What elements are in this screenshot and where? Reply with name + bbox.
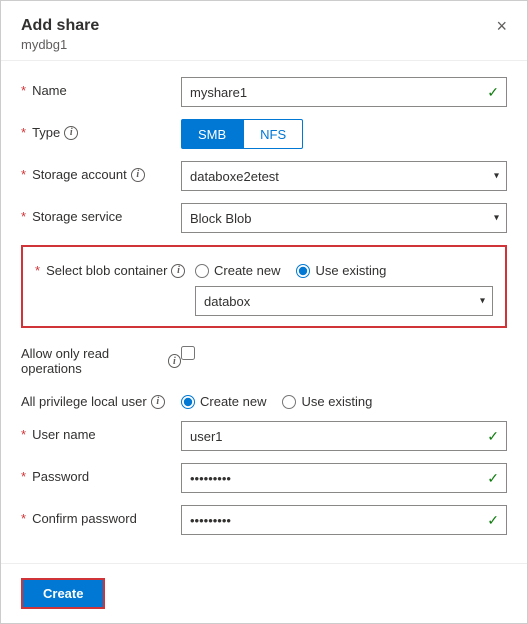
close-button[interactable]: × — [490, 15, 513, 37]
storage-account-select-wrapper: databoxe2etest ▾ — [181, 161, 507, 191]
privilege-control: Create new Use existing — [181, 388, 507, 409]
dialog-title: Add share — [21, 17, 507, 35]
username-check-icon: ✓ — [487, 428, 499, 445]
blob-container-controls: Create new Use existing databox ▾ — [195, 257, 493, 316]
name-input-wrapper: ✓ — [181, 77, 507, 107]
dialog-subtitle: mydbg1 — [21, 37, 507, 52]
blob-container-select[interactable]: databox — [195, 286, 493, 316]
allow-read-row: Allow only read operations i — [21, 340, 507, 376]
type-toggle: SMB NFS — [181, 119, 507, 149]
username-input[interactable] — [181, 421, 507, 451]
type-control: SMB NFS — [181, 119, 507, 149]
confirm-password-label: * Confirm password — [21, 505, 181, 526]
storage-service-label: * Storage service — [21, 203, 181, 224]
type-info-icon: i — [64, 126, 78, 140]
username-control: ✓ — [181, 421, 507, 451]
privilege-label: All privilege local user i — [21, 388, 181, 409]
priv-create-new-radio[interactable] — [181, 395, 195, 409]
password-control: ✓ — [181, 463, 507, 493]
storage-account-info-icon: i — [131, 168, 145, 182]
password-row: * Password ✓ — [21, 463, 507, 493]
required-star: * — [21, 83, 26, 98]
allow-read-info-icon: i — [168, 354, 181, 368]
storage-service-select[interactable]: Block Blob Page Blob Azure File — [181, 203, 507, 233]
confirm-password-input-wrapper: ✓ — [181, 505, 507, 535]
confirm-password-input[interactable] — [181, 505, 507, 535]
priv-use-existing-radio[interactable] — [282, 395, 296, 409]
blob-container-info-icon: i — [171, 264, 185, 278]
confirm-password-row: * Confirm password ✓ — [21, 505, 507, 535]
dialog-body: * Name ✓ * Type i SMB NFS — [1, 61, 527, 563]
blob-container-select-wrapper: databox ▾ — [195, 286, 493, 316]
required-star-cp: * — [21, 511, 26, 526]
type-row: * Type i SMB NFS — [21, 119, 507, 149]
dialog-header: Add share mydbg1 × — [1, 1, 527, 61]
dialog-footer: Create — [1, 563, 527, 623]
username-row: * User name ✓ — [21, 421, 507, 451]
username-input-wrapper: ✓ — [181, 421, 507, 451]
storage-account-row: * Storage account i databoxe2etest ▾ — [21, 161, 507, 191]
allow-read-label: Allow only read operations i — [21, 340, 181, 376]
privilege-info-icon: i — [151, 395, 165, 409]
nfs-button[interactable]: NFS — [243, 119, 303, 149]
blob-use-existing-label[interactable]: Use existing — [296, 263, 386, 278]
required-star-type: * — [21, 125, 26, 140]
password-input[interactable] — [181, 463, 507, 493]
required-star-sa: * — [21, 167, 26, 182]
username-label: * User name — [21, 421, 181, 442]
name-row: * Name ✓ — [21, 77, 507, 107]
privilege-radio-group: Create new Use existing — [181, 388, 507, 409]
name-label: * Name — [21, 77, 181, 98]
create-button[interactable]: Create — [21, 578, 105, 609]
required-star-pw: * — [21, 469, 26, 484]
allow-read-checkbox[interactable] — [181, 346, 195, 360]
blob-container-label: * Select blob container i — [35, 257, 195, 278]
blob-create-new-radio[interactable] — [195, 264, 209, 278]
type-label: * Type i — [21, 119, 181, 140]
smb-button[interactable]: SMB — [181, 119, 243, 149]
storage-service-select-wrapper: Block Blob Page Blob Azure File ▾ — [181, 203, 507, 233]
privilege-row: All privilege local user i Create new Us… — [21, 388, 507, 409]
confirm-password-control: ✓ — [181, 505, 507, 535]
required-star-bc: * — [35, 263, 40, 278]
add-share-dialog: Add share mydbg1 × * Name ✓ * Type i — [0, 0, 528, 624]
password-check-icon: ✓ — [487, 470, 499, 487]
storage-account-label: * Storage account i — [21, 161, 181, 182]
storage-account-control: databoxe2etest ▾ — [181, 161, 507, 191]
blob-container-row: * Select blob container i Create new Use… — [35, 257, 493, 316]
blob-container-section: * Select blob container i Create new Use… — [21, 245, 507, 328]
name-check-icon: ✓ — [487, 84, 499, 101]
required-star-un: * — [21, 427, 26, 442]
name-input[interactable] — [181, 77, 507, 107]
storage-account-select[interactable]: databoxe2etest — [181, 161, 507, 191]
storage-service-row: * Storage service Block Blob Page Blob A… — [21, 203, 507, 233]
blob-use-existing-radio[interactable] — [296, 264, 310, 278]
name-control: ✓ — [181, 77, 507, 107]
priv-use-existing-label[interactable]: Use existing — [282, 394, 372, 409]
blob-container-radio-group: Create new Use existing — [195, 257, 493, 278]
password-input-wrapper: ✓ — [181, 463, 507, 493]
priv-create-new-label[interactable]: Create new — [181, 394, 266, 409]
storage-service-control: Block Blob Page Blob Azure File ▾ — [181, 203, 507, 233]
allow-read-control — [181, 340, 507, 363]
confirm-password-check-icon: ✓ — [487, 512, 499, 529]
password-label: * Password — [21, 463, 181, 484]
required-star-ss: * — [21, 209, 26, 224]
blob-create-new-label[interactable]: Create new — [195, 263, 280, 278]
